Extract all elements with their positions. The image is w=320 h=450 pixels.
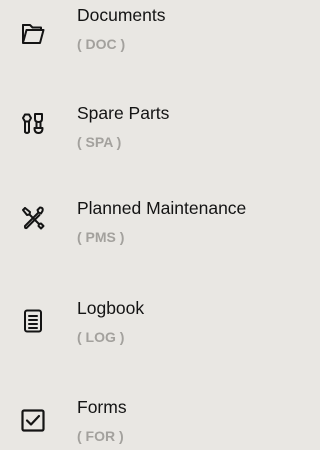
menu-item-label: Forms <box>77 397 127 417</box>
logbook-icon <box>20 308 46 334</box>
menu-item-spare-parts[interactable]: Spare Parts ( SPA ) <box>0 98 289 158</box>
menu-item-planned-maintenance[interactable]: Planned Maintenance ( PMS ) <box>0 193 289 253</box>
menu-item-label: Spare Parts <box>77 103 170 123</box>
bolt-nut-icon <box>20 110 46 136</box>
menu-item-documents[interactable]: Documents ( DOC ) <box>0 0 289 60</box>
menu-item-code: ( DOC ) <box>77 36 126 52</box>
menu-item-label: Planned Maintenance <box>77 198 247 218</box>
menu-item-forms[interactable]: Forms ( FOR ) <box>0 390 289 450</box>
module-menu: Documents ( DOC ) Spare Parts ( SPA ) Pl… <box>0 0 289 447</box>
menu-item-code: ( FOR ) <box>77 428 124 444</box>
menu-item-code: ( PMS ) <box>77 229 125 245</box>
wrench-screwdriver-icon <box>20 205 46 231</box>
folder-icon <box>20 21 46 47</box>
checkbox-icon <box>20 407 46 433</box>
menu-item-label: Logbook <box>77 298 145 318</box>
menu-item-code: ( LOG ) <box>77 329 125 345</box>
menu-item-code: ( SPA ) <box>77 134 122 150</box>
menu-item-logbook[interactable]: Logbook ( LOG ) <box>0 292 289 352</box>
menu-item-label: Documents <box>77 5 166 25</box>
